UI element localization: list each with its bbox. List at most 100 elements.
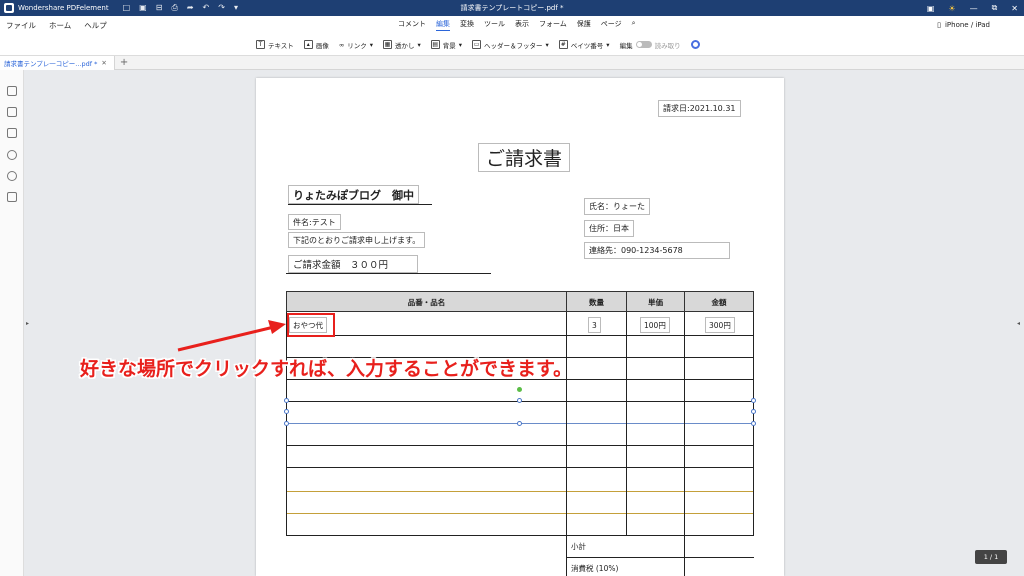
menu-home[interactable]: ホーム	[49, 20, 71, 31]
attachment-icon[interactable]	[7, 150, 17, 160]
invoice-date[interactable]: 請求日:2021.10.31	[658, 100, 741, 117]
watermark-icon: ▦	[383, 40, 392, 49]
tab-comment[interactable]: コメント	[398, 19, 426, 31]
total-amount[interactable]: ご請求金額 ３００円	[288, 255, 418, 273]
header-footer-tool-button[interactable]: ▭ ヘッダー＆フッター ▾	[472, 40, 549, 50]
menu-file[interactable]: ファイル	[6, 20, 36, 31]
save-icon[interactable]: ▣	[139, 3, 147, 13]
recipient-underline	[288, 204, 432, 205]
search-icon[interactable]: ⌕	[632, 19, 636, 31]
tab-edit[interactable]: 編集	[436, 19, 450, 31]
amount-underline	[286, 273, 491, 274]
background-icon: ▤	[430, 40, 440, 49]
menu-help[interactable]: ヘルプ	[84, 20, 107, 31]
table-header: 品番・品名 数量 単価 金額	[286, 291, 754, 313]
link-icon: ∞	[338, 40, 345, 49]
theme-icon[interactable]: ☀	[948, 4, 955, 13]
col-divider	[566, 312, 567, 576]
expand-panel-icon[interactable]: ▸	[26, 320, 29, 327]
subtotal-label: 小計	[568, 539, 589, 554]
document-tab-bar: 請求書テンプレ一コピー...pdf * ✕ +	[0, 55, 1024, 70]
background-tool-button[interactable]: ▤ 背景 ▾	[430, 40, 462, 50]
sender-name[interactable]: 氏名：りょーた	[584, 198, 650, 215]
settings-icon[interactable]	[690, 40, 700, 49]
customize-icon[interactable]: ▾	[234, 3, 238, 13]
thumbnails-icon[interactable]	[7, 86, 17, 96]
pdf-page[interactable]: 請求日:2021.10.31 ご請求書 りょたみぽブログ 御中 件名:テスト 下…	[256, 78, 784, 576]
link-tool-button[interactable]: ∞ リンク ▾	[339, 40, 373, 50]
annotation-text: 好きな場所でクリックすれば、入力することができます。	[80, 358, 573, 380]
left-sidebar: ▸	[0, 70, 29, 576]
link-tool-label: リンク	[347, 41, 367, 50]
mode-toggle-switch[interactable]	[635, 41, 652, 48]
maximize-button[interactable]: ⧉	[992, 3, 998, 13]
note-text[interactable]: 下記のとおりご請求申し上げます。	[288, 232, 426, 248]
resize-handle[interactable]	[751, 421, 756, 426]
undo-icon[interactable]: ↶	[203, 3, 210, 13]
sender-contact[interactable]: 連絡先：090-1234-5678	[584, 242, 730, 259]
watermark-tool-button[interactable]: ▦ 透かし ▾	[383, 40, 421, 50]
layers-icon[interactable]	[7, 192, 17, 202]
row1-qty[interactable]: 3	[588, 317, 601, 333]
page-indicator: 1 / 1	[975, 550, 1007, 564]
search-panel-icon[interactable]	[7, 171, 17, 181]
header-item: 品番・品名	[287, 292, 567, 313]
tab-form[interactable]: フォーム	[539, 19, 567, 31]
bates-tool-button[interactable]: # ベイツ番号 ▾	[558, 40, 610, 50]
tab-close-icon[interactable]: ✕	[101, 59, 106, 67]
text-icon: T	[256, 40, 265, 49]
open-icon[interactable]: ⊟	[156, 3, 163, 13]
comment-icon[interactable]	[7, 128, 17, 138]
rotate-handle[interactable]	[517, 387, 522, 392]
row1-amount[interactable]: 300円	[705, 317, 735, 333]
tab-view[interactable]: 表示	[515, 19, 529, 31]
recipient-name[interactable]: りょたみぽブログ 御中	[288, 185, 419, 204]
tab-protect[interactable]: 保護	[577, 19, 591, 31]
bookmark-icon[interactable]	[7, 107, 17, 117]
edit-toolbar: T テキスト ▴ 画像 ∞ リンク ▾ ▦ 透かし ▾ ▤ 背景 ▾ ▭ ヘッダー＆フッター ▾ #…	[0, 34, 1024, 56]
title-bar: Wondershare PDFelement □ ▣ ⊟ ⎙ ➦ ↶ ↷ ▾ 請…	[0, 0, 1024, 16]
document-tab[interactable]: 請求書テンプレ一コピー...pdf * ✕	[0, 55, 115, 70]
invoice-title[interactable]: ご請求書	[478, 143, 570, 172]
resize-handle[interactable]	[284, 409, 289, 414]
chevron-down-icon: ▾	[545, 40, 549, 49]
col-divider	[626, 312, 627, 535]
app-logo-icon	[4, 3, 14, 13]
layout-icon[interactable]: ▣	[927, 4, 935, 13]
edit-mode-label: 編集	[619, 41, 633, 50]
new-icon[interactable]: □	[123, 3, 131, 13]
resize-handle[interactable]	[284, 398, 289, 403]
tax-label: 消費税 (10%)	[568, 561, 622, 576]
image-tool-button[interactable]: ▴ 画像	[303, 40, 329, 50]
bates-tool-label: ベイツ番号	[570, 41, 604, 50]
phone-icon: ▯	[937, 21, 941, 29]
share-icon[interactable]: ➦	[187, 3, 194, 13]
resize-handle[interactable]	[751, 409, 756, 414]
edit-mode-toggle[interactable]: 編集 読み取り	[620, 40, 681, 50]
close-button[interactable]: ✕	[1011, 4, 1018, 13]
header-qty: 数量	[567, 292, 627, 313]
resize-handle[interactable]	[284, 421, 289, 426]
sender-address[interactable]: 住所：日本	[584, 220, 634, 237]
chevron-down-icon: ▾	[606, 40, 610, 49]
collapse-right-panel-icon[interactable]: ◂	[1017, 320, 1020, 327]
document-tab-label: 請求書テンプレ一コピー...pdf *	[4, 59, 98, 68]
header-footer-tool-label: ヘッダー＆フッター	[484, 41, 543, 50]
row1-unit-price[interactable]: 100円	[640, 317, 670, 333]
window-controls: ▣ ☀ — ⧉ ✕	[927, 0, 1018, 16]
tab-tools[interactable]: ツール	[484, 19, 505, 31]
add-tab-button[interactable]: +	[120, 57, 128, 68]
text-tool-button[interactable]: T テキスト	[256, 40, 294, 50]
header-amount: 金額	[711, 298, 727, 307]
resize-handle[interactable]	[517, 421, 522, 426]
subject-field[interactable]: 件名:テスト	[288, 214, 341, 230]
text-tool-label: テキスト	[268, 41, 294, 50]
resize-handle[interactable]	[751, 398, 756, 403]
redo-icon[interactable]: ↷	[218, 3, 225, 13]
device-link[interactable]: iPhone / iPad	[945, 21, 990, 29]
tab-page[interactable]: ページ	[601, 19, 622, 31]
tab-convert[interactable]: 変換	[460, 19, 474, 31]
print-icon[interactable]: ⎙	[171, 3, 177, 13]
minimize-button[interactable]: —	[970, 4, 978, 13]
resize-handle[interactable]	[517, 398, 522, 403]
